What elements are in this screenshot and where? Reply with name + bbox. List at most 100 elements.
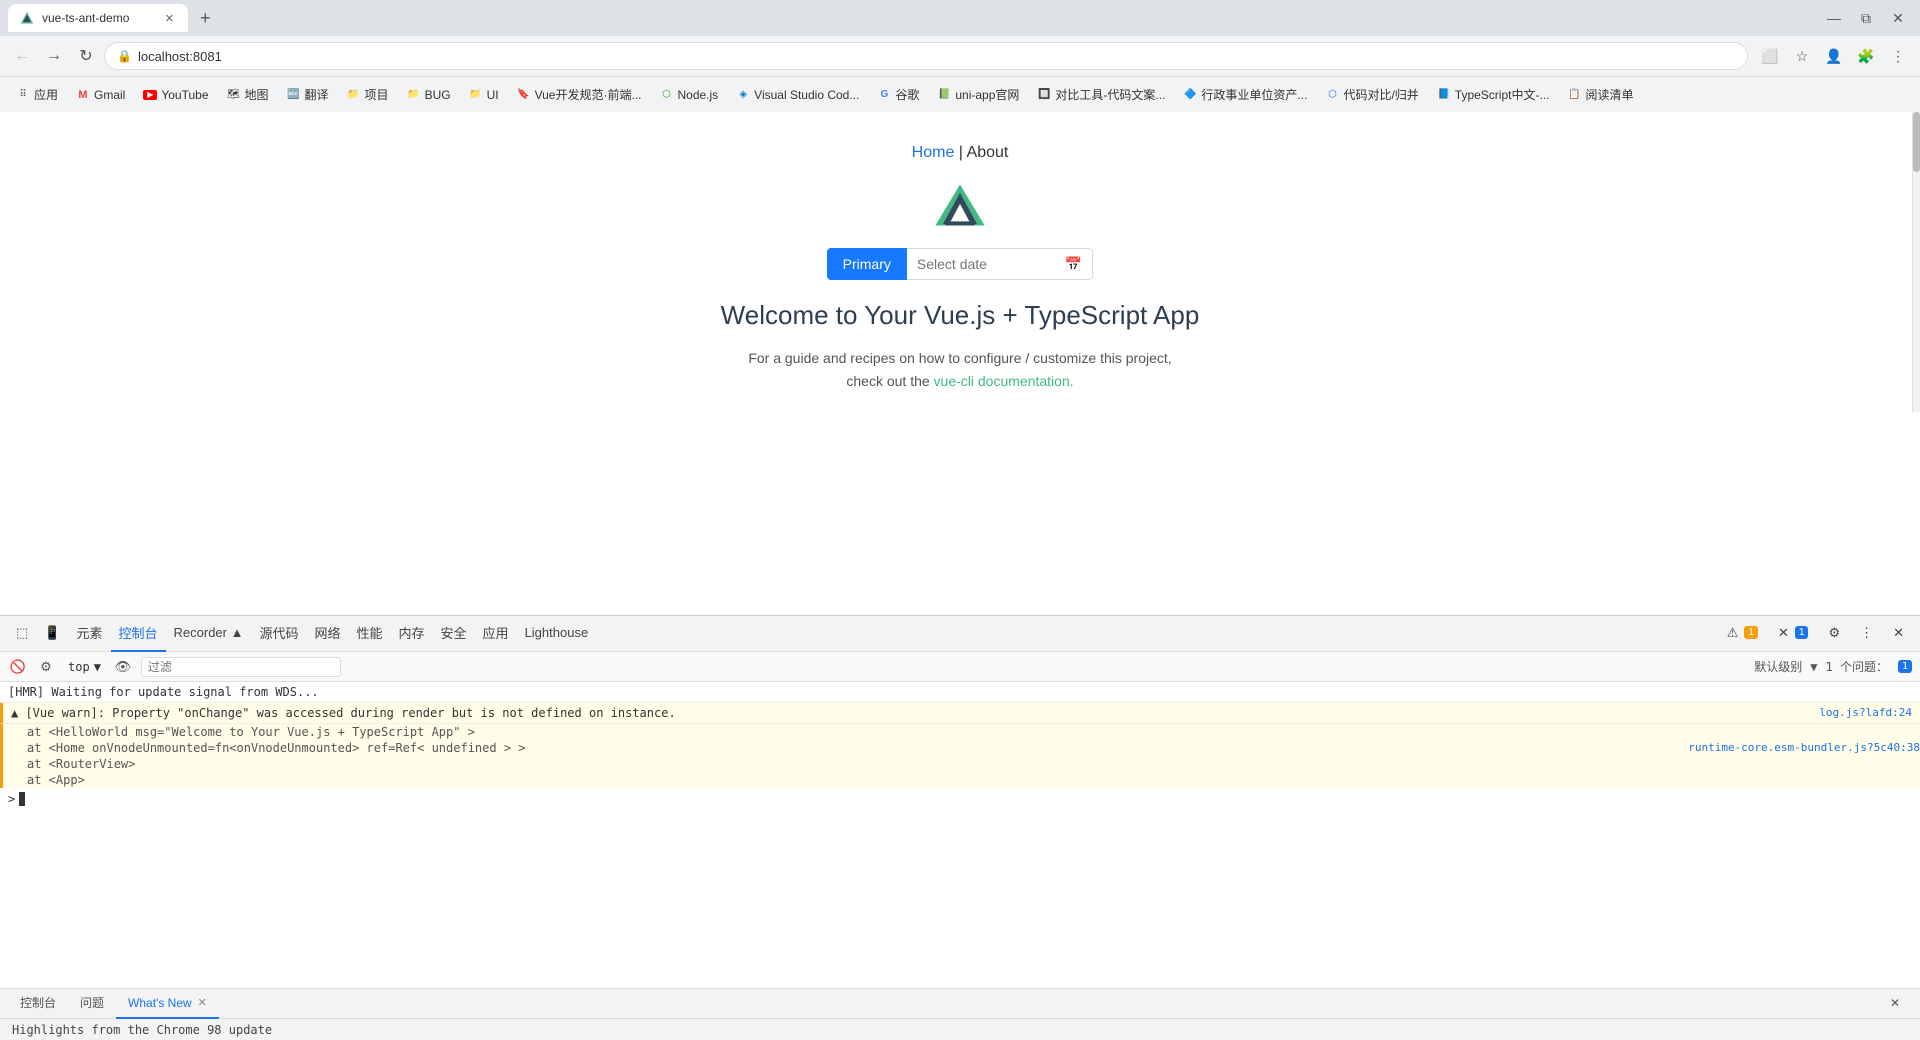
bookmark-nodejs[interactable]: ⬡ Node.js [651,84,726,106]
folder-icon-1: 📁 [347,88,361,102]
title-bar: vue-ts-ant-demo ✕ + — ⧉ ✕ [0,0,1920,36]
warning-source-1[interactable]: log.js?lafd:24 [1811,706,1912,719]
bookmark-apps[interactable]: ⠿ 应用 [8,82,66,107]
bookmark-gmail[interactable]: M Gmail [68,84,133,106]
bookmark-map[interactable]: 🗺 地图 [219,82,277,107]
warning-text: ▲ [Vue warn]: Property "onChange" was ac… [11,706,1811,720]
menu-button[interactable]: ⋮ [1884,42,1912,70]
context-selector[interactable]: top ▼ [64,658,105,676]
back-button[interactable]: ← [8,42,36,70]
console-cursor-line[interactable]: > [0,788,1920,810]
devtools-network-tab[interactable]: 网络 [306,616,348,652]
errors-button[interactable]: ✕ 1 [1770,616,1816,652]
warning-badge: 1 [1744,626,1758,639]
home-link[interactable]: Home [912,144,955,161]
devtools-console-tab[interactable]: 控制台 [111,616,166,652]
bookmark-youtube-label: YouTube [161,88,208,102]
primary-button[interactable]: Primary [827,248,907,280]
filter-input[interactable] [141,657,341,677]
maximize-button[interactable]: ⧉ [1852,7,1880,29]
new-tab-button[interactable]: + [192,4,219,33]
minimize-button[interactable]: — [1820,7,1848,29]
page-nav: Home | About [912,144,1009,162]
bookmark-uniapp-label: uni-app官网 [955,86,1019,103]
eye-btn[interactable]: 👁 [113,657,133,677]
devtools-application-tab[interactable]: 应用 [475,616,517,652]
close-devtools-btn[interactable]: ✕ [1885,616,1912,652]
bookmark-vue-spec[interactable]: 🔖 Vue开发规范·前端... [509,82,650,107]
bookmark-reading[interactable]: 📋 阅读清单 [1559,82,1641,107]
warning-trace-2: at <Home onVnodeUnmounted=fn<onVnodeUnmo… [0,740,1920,756]
vscode-icon: ◈ [736,88,750,102]
context-chevron: ▼ [94,660,101,674]
page-scrollbar[interactable] [1912,112,1920,412]
devtools-toolbar: ⬚ 📱 元素 控制台 Recorder ▲ 源代码 网络 性能 内存 安全 应用… [0,616,1920,652]
cast-button[interactable]: ⬜ [1756,42,1784,70]
devtools-lighthouse-tab[interactable]: Lighthouse [517,616,597,652]
bookmark-map-label: 地图 [245,86,269,103]
console-right-controls: 默认级别 ▼ 1 个问题： 1 [1754,658,1912,675]
bookmark-vscode[interactable]: ◈ Visual Studio Cod... [728,84,867,106]
more-tools-btn[interactable]: ⋮ [1852,616,1881,652]
bookmark-google[interactable]: G 谷歌 [869,82,927,107]
warnings-button[interactable]: ⚠ 1 [1719,616,1766,652]
warning-source-2[interactable]: runtime-core.esm-bundler.js?5c40:38 [1680,741,1920,754]
console-bottom-tab[interactable]: 控制台 [8,989,68,1019]
context-label: top [68,660,90,674]
youtube-icon: ▶ [143,90,157,100]
devtools-memory-tab[interactable]: 内存 [391,616,433,652]
devtools-bottom-panel: 控制台 问题 What's New ✕ ✕ Highlights from th… [0,988,1920,1040]
whats-new-close[interactable]: ✕ [198,996,207,1009]
close-button[interactable]: ✕ [1884,7,1912,29]
uniapp-icon: 📗 [937,88,951,102]
nodejs-icon: ⬡ [659,88,673,102]
devtools-elements-tab[interactable]: 元素 [68,616,110,652]
profile-button[interactable]: 👤 [1820,42,1848,70]
url-bar[interactable]: 🔒 localhost:8081 [104,42,1748,70]
vue-cli-link[interactable]: vue-cli documentation. [934,373,1074,389]
devtools-panel: ⬚ 📱 元素 控制台 Recorder ▲ 源代码 网络 性能 内存 安全 应用… [0,615,1920,1040]
bookmark-project[interactable]: 📁 项目 [339,82,397,107]
console-output[interactable]: [HMR] Waiting for update signal from WDS… [0,682,1920,988]
tab-close-button[interactable]: ✕ [163,10,176,27]
devtools-security-tab[interactable]: 安全 [433,616,475,652]
bookmark-bug-label: BUG [425,88,451,102]
welcome-sub-line1: For a guide and recipes on how to config… [748,350,1171,366]
devtools-performance-tab[interactable]: 性能 [349,616,391,652]
bookmark-bug[interactable]: 📁 BUG [399,84,459,106]
browser-tab[interactable]: vue-ts-ant-demo ✕ [8,4,188,32]
devtools-device-btn[interactable]: 📱 [36,616,68,652]
address-bar: ← → ↻ 🔒 localhost:8081 ⬜ ☆ 👤 🧩 ⋮ [0,36,1920,76]
bookmark-typescript[interactable]: 📘 TypeScript中文-... [1429,82,1558,107]
reload-button[interactable]: ↻ [72,42,100,70]
bookmark-diff[interactable]: ⬡ 代码对比/归并 [1317,82,1426,107]
bookmark-google-label: 谷歌 [895,86,919,103]
bookmark-ui[interactable]: 📁 UI [461,84,507,106]
date-input[interactable] [917,256,1057,272]
console-settings-btn[interactable]: ⚙ [36,657,56,677]
date-picker[interactable]: 📅 [907,248,1093,280]
window-controls: — ⧉ ✕ [1820,7,1912,29]
welcome-title: Welcome to Your Vue.js + TypeScript App [721,300,1200,331]
clear-console-btn[interactable]: 🚫 [8,657,28,677]
devtools-recorder-tab[interactable]: Recorder ▲ [166,616,252,652]
whats-new-tab[interactable]: What's New ✕ [116,989,219,1019]
bookmark-gov[interactable]: 🔷 行政事业单位资产... [1175,82,1315,107]
bookmark-translate[interactable]: 🔤 翻译 [279,82,337,107]
bookmark-compare[interactable]: 🔲 对比工具-代码文案... [1029,82,1173,107]
bookmark-button[interactable]: ☆ [1788,42,1816,70]
bookmark-gmail-label: Gmail [94,88,125,102]
close-bottom-panel[interactable]: ✕ [1878,989,1912,1019]
settings-btn[interactable]: ⚙ [1820,616,1848,652]
highlights-text: Highlights from the Chrome 98 update [12,1023,272,1037]
devtools-sources-tab[interactable]: 源代码 [251,616,306,652]
devtools-select-btn[interactable]: ⬚ [8,616,36,652]
issues-tab[interactable]: 问题 [68,989,116,1019]
nav-separator: | [959,144,967,161]
extensions-button[interactable]: 🧩 [1852,42,1880,70]
bookmark-youtube[interactable]: ▶ YouTube [135,84,216,106]
forward-button[interactable]: → [40,42,68,70]
bookmark-uniapp[interactable]: 📗 uni-app官网 [929,82,1027,107]
hmr-text: [HMR] Waiting for update signal from WDS… [8,685,1912,699]
console-bottom-tab-label: 控制台 [20,994,56,1011]
